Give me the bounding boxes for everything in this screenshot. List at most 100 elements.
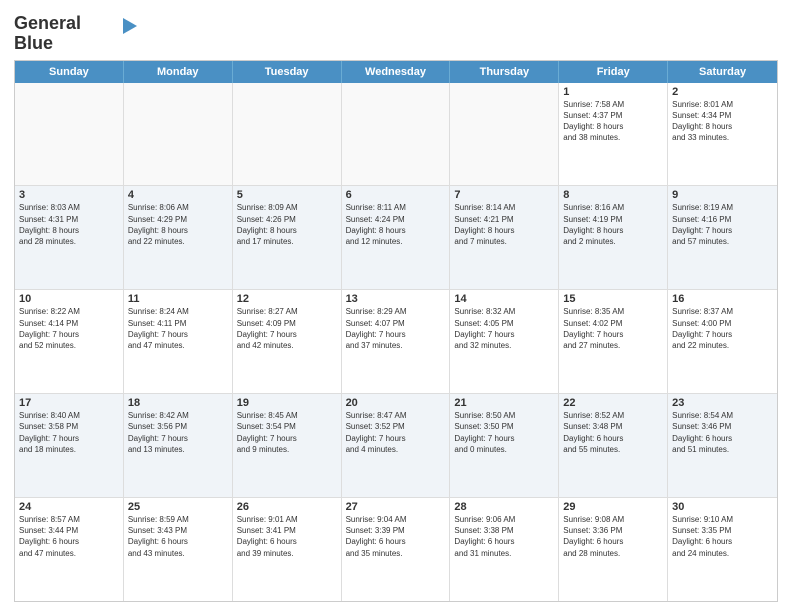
cal-cell-1-2: 5Sunrise: 8:09 AM Sunset: 4:26 PM Daylig… <box>233 186 342 289</box>
day-number: 27 <box>346 501 446 513</box>
cell-info: Sunrise: 8:59 AM Sunset: 3:43 PM Dayligh… <box>128 514 228 559</box>
cal-cell-2-5: 15Sunrise: 8:35 AM Sunset: 4:02 PM Dayli… <box>559 290 668 393</box>
calendar-row-2: 10Sunrise: 8:22 AM Sunset: 4:14 PM Dayli… <box>15 290 777 394</box>
day-header-thursday: Thursday <box>450 61 559 83</box>
logo: General Blue <box>14 14 137 54</box>
day-number: 22 <box>563 397 663 409</box>
cell-info: Sunrise: 9:06 AM Sunset: 3:38 PM Dayligh… <box>454 514 554 559</box>
cal-cell-3-2: 19Sunrise: 8:45 AM Sunset: 3:54 PM Dayli… <box>233 394 342 497</box>
day-number: 20 <box>346 397 446 409</box>
cell-info: Sunrise: 9:10 AM Sunset: 3:35 PM Dayligh… <box>672 514 773 559</box>
cell-info: Sunrise: 8:37 AM Sunset: 4:00 PM Dayligh… <box>672 306 773 351</box>
day-header-friday: Friday <box>559 61 668 83</box>
cal-cell-0-1 <box>124 83 233 186</box>
day-number: 2 <box>672 86 773 98</box>
cell-info: Sunrise: 8:29 AM Sunset: 4:07 PM Dayligh… <box>346 306 446 351</box>
cell-info: Sunrise: 8:32 AM Sunset: 4:05 PM Dayligh… <box>454 306 554 351</box>
cell-info: Sunrise: 8:45 AM Sunset: 3:54 PM Dayligh… <box>237 410 337 455</box>
calendar-row-0: 1Sunrise: 7:58 AM Sunset: 4:37 PM Daylig… <box>15 83 777 187</box>
day-number: 21 <box>454 397 554 409</box>
cell-info: Sunrise: 8:01 AM Sunset: 4:34 PM Dayligh… <box>672 99 773 144</box>
cal-cell-2-0: 10Sunrise: 8:22 AM Sunset: 4:14 PM Dayli… <box>15 290 124 393</box>
day-number: 17 <box>19 397 119 409</box>
page: General Blue SundayMondayTuesdayWednesda… <box>0 0 792 612</box>
cal-cell-1-5: 8Sunrise: 8:16 AM Sunset: 4:19 PM Daylig… <box>559 186 668 289</box>
cell-info: Sunrise: 8:57 AM Sunset: 3:44 PM Dayligh… <box>19 514 119 559</box>
day-number: 30 <box>672 501 773 513</box>
calendar-row-3: 17Sunrise: 8:40 AM Sunset: 3:58 PM Dayli… <box>15 394 777 498</box>
cell-info: Sunrise: 8:22 AM Sunset: 4:14 PM Dayligh… <box>19 306 119 351</box>
day-number: 10 <box>19 293 119 305</box>
day-number: 13 <box>346 293 446 305</box>
cell-info: Sunrise: 8:03 AM Sunset: 4:31 PM Dayligh… <box>19 202 119 247</box>
day-number: 15 <box>563 293 663 305</box>
day-number: 28 <box>454 501 554 513</box>
cal-cell-4-5: 29Sunrise: 9:08 AM Sunset: 3:36 PM Dayli… <box>559 498 668 601</box>
cal-cell-1-6: 9Sunrise: 8:19 AM Sunset: 4:16 PM Daylig… <box>668 186 777 289</box>
cal-cell-0-4 <box>450 83 559 186</box>
cell-info: Sunrise: 8:09 AM Sunset: 4:26 PM Dayligh… <box>237 202 337 247</box>
logo-general: General <box>14 13 81 33</box>
cal-cell-0-2 <box>233 83 342 186</box>
cell-info: Sunrise: 9:04 AM Sunset: 3:39 PM Dayligh… <box>346 514 446 559</box>
calendar: SundayMondayTuesdayWednesdayThursdayFrid… <box>14 60 778 602</box>
cell-info: Sunrise: 8:14 AM Sunset: 4:21 PM Dayligh… <box>454 202 554 247</box>
cell-info: Sunrise: 9:08 AM Sunset: 3:36 PM Dayligh… <box>563 514 663 559</box>
cal-cell-4-4: 28Sunrise: 9:06 AM Sunset: 3:38 PM Dayli… <box>450 498 559 601</box>
cal-cell-2-6: 16Sunrise: 8:37 AM Sunset: 4:00 PM Dayli… <box>668 290 777 393</box>
cal-cell-1-1: 4Sunrise: 8:06 AM Sunset: 4:29 PM Daylig… <box>124 186 233 289</box>
day-number: 8 <box>563 189 663 201</box>
cell-info: Sunrise: 8:50 AM Sunset: 3:50 PM Dayligh… <box>454 410 554 455</box>
day-number: 5 <box>237 189 337 201</box>
day-number: 11 <box>128 293 228 305</box>
day-number: 14 <box>454 293 554 305</box>
calendar-header: SundayMondayTuesdayWednesdayThursdayFrid… <box>15 61 777 83</box>
cal-cell-1-4: 7Sunrise: 8:14 AM Sunset: 4:21 PM Daylig… <box>450 186 559 289</box>
day-number: 23 <box>672 397 773 409</box>
calendar-row-1: 3Sunrise: 8:03 AM Sunset: 4:31 PM Daylig… <box>15 186 777 290</box>
cal-cell-0-6: 2Sunrise: 8:01 AM Sunset: 4:34 PM Daylig… <box>668 83 777 186</box>
header: General Blue <box>14 10 778 54</box>
cal-cell-4-6: 30Sunrise: 9:10 AM Sunset: 3:35 PM Dayli… <box>668 498 777 601</box>
cell-info: Sunrise: 8:35 AM Sunset: 4:02 PM Dayligh… <box>563 306 663 351</box>
cal-cell-3-4: 21Sunrise: 8:50 AM Sunset: 3:50 PM Dayli… <box>450 394 559 497</box>
day-header-saturday: Saturday <box>668 61 777 83</box>
cal-cell-2-4: 14Sunrise: 8:32 AM Sunset: 4:05 PM Dayli… <box>450 290 559 393</box>
cal-cell-0-0 <box>15 83 124 186</box>
calendar-row-4: 24Sunrise: 8:57 AM Sunset: 3:44 PM Dayli… <box>15 498 777 601</box>
cal-cell-1-3: 6Sunrise: 8:11 AM Sunset: 4:24 PM Daylig… <box>342 186 451 289</box>
day-header-monday: Monday <box>124 61 233 83</box>
cal-cell-4-1: 25Sunrise: 8:59 AM Sunset: 3:43 PM Dayli… <box>124 498 233 601</box>
day-number: 19 <box>237 397 337 409</box>
cell-info: Sunrise: 8:24 AM Sunset: 4:11 PM Dayligh… <box>128 306 228 351</box>
calendar-body: 1Sunrise: 7:58 AM Sunset: 4:37 PM Daylig… <box>15 83 777 601</box>
cal-cell-3-3: 20Sunrise: 8:47 AM Sunset: 3:52 PM Dayli… <box>342 394 451 497</box>
cal-cell-2-3: 13Sunrise: 8:29 AM Sunset: 4:07 PM Dayli… <box>342 290 451 393</box>
cal-cell-3-6: 23Sunrise: 8:54 AM Sunset: 3:46 PM Dayli… <box>668 394 777 497</box>
cell-info: Sunrise: 8:06 AM Sunset: 4:29 PM Dayligh… <box>128 202 228 247</box>
day-number: 7 <box>454 189 554 201</box>
cell-info: Sunrise: 8:47 AM Sunset: 3:52 PM Dayligh… <box>346 410 446 455</box>
logo-blue: Blue <box>14 34 53 54</box>
day-number: 29 <box>563 501 663 513</box>
cell-info: Sunrise: 8:54 AM Sunset: 3:46 PM Dayligh… <box>672 410 773 455</box>
day-number: 1 <box>563 86 663 98</box>
cal-cell-2-2: 12Sunrise: 8:27 AM Sunset: 4:09 PM Dayli… <box>233 290 342 393</box>
day-header-wednesday: Wednesday <box>342 61 451 83</box>
day-number: 4 <box>128 189 228 201</box>
cell-info: Sunrise: 8:27 AM Sunset: 4:09 PM Dayligh… <box>237 306 337 351</box>
day-number: 9 <box>672 189 773 201</box>
day-header-tuesday: Tuesday <box>233 61 342 83</box>
cell-info: Sunrise: 8:42 AM Sunset: 3:56 PM Dayligh… <box>128 410 228 455</box>
day-header-sunday: Sunday <box>15 61 124 83</box>
cal-cell-3-0: 17Sunrise: 8:40 AM Sunset: 3:58 PM Dayli… <box>15 394 124 497</box>
cal-cell-4-0: 24Sunrise: 8:57 AM Sunset: 3:44 PM Dayli… <box>15 498 124 601</box>
day-number: 26 <box>237 501 337 513</box>
cal-cell-2-1: 11Sunrise: 8:24 AM Sunset: 4:11 PM Dayli… <box>124 290 233 393</box>
day-number: 6 <box>346 189 446 201</box>
day-number: 24 <box>19 501 119 513</box>
cell-info: Sunrise: 8:40 AM Sunset: 3:58 PM Dayligh… <box>19 410 119 455</box>
cal-cell-4-3: 27Sunrise: 9:04 AM Sunset: 3:39 PM Dayli… <box>342 498 451 601</box>
cell-info: Sunrise: 8:52 AM Sunset: 3:48 PM Dayligh… <box>563 410 663 455</box>
day-number: 25 <box>128 501 228 513</box>
